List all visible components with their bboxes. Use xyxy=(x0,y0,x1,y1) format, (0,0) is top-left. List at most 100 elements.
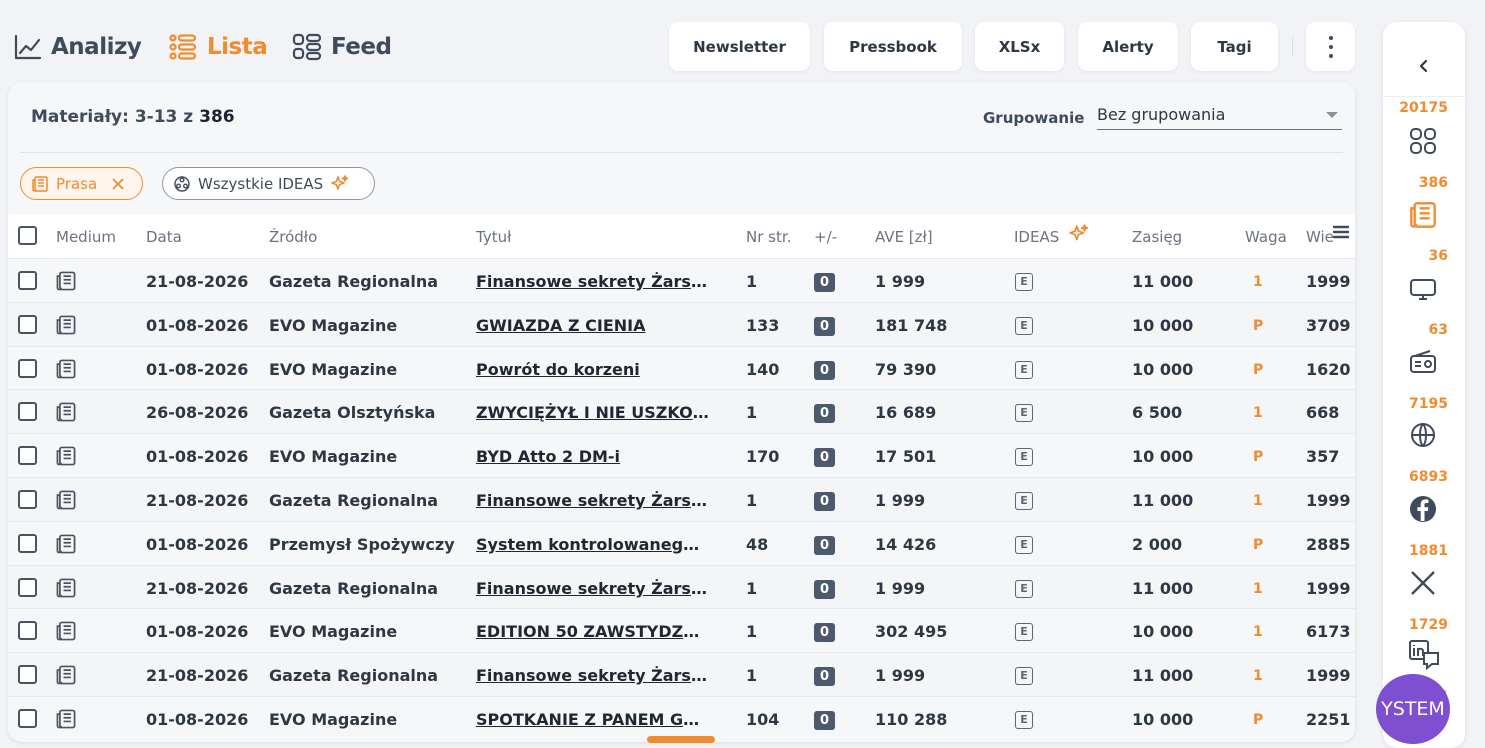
row-ideas-e-icon[interactable]: E xyxy=(1015,711,1033,729)
row-page: 1 xyxy=(746,491,758,510)
chart-line-icon xyxy=(14,34,42,60)
select-all-checkbox[interactable] xyxy=(18,226,37,245)
table-row[interactable]: 21-08-2026 Gazeta Regionalna Finansowe sek… xyxy=(8,564,1355,609)
row-checkbox[interactable] xyxy=(18,314,37,334)
all-media-icon[interactable] xyxy=(1408,126,1438,156)
tagi-button[interactable]: Tagi xyxy=(1191,22,1278,71)
table-row[interactable]: 01-08-2026 Przemysł Spożywczy System kontr… xyxy=(8,520,1355,565)
chat-assistant-button[interactable]: YSTEM xyxy=(1376,674,1450,744)
press-icon[interactable] xyxy=(1408,200,1438,230)
row-source: EVO Magazine xyxy=(269,359,398,379)
col-ideas[interactable]: IDEAS xyxy=(1014,228,1059,246)
row-date: 01-08-2026 xyxy=(146,710,249,729)
media-count: 386 xyxy=(1418,175,1448,191)
col-nr-str[interactable]: Nr str. xyxy=(746,228,791,246)
table-row[interactable]: 21-08-2026 Gazeta Regionalna Finansowe sek… xyxy=(8,258,1355,302)
col-plusminus[interactable]: +/- xyxy=(814,228,837,246)
row-title-link[interactable]: Finansowe sekrety Żarskiej Orkiestry xyxy=(476,666,710,685)
table-row[interactable]: 01-08-2026 EVO Magazine SPOTKANIE Z PANEM … xyxy=(8,696,1355,740)
col-waga[interactable]: Waga xyxy=(1245,228,1287,246)
row-checkbox[interactable] xyxy=(18,358,37,378)
row-title-link[interactable]: GWIAZDA Z CIENIA xyxy=(476,316,710,335)
tab-analizy[interactable]: Analizy xyxy=(14,30,142,64)
row-reach: 10 000 xyxy=(1132,315,1194,335)
row-plusminus-badge: 0 xyxy=(814,579,835,599)
more-options-button[interactable] xyxy=(1306,22,1355,71)
row-checkbox[interactable] xyxy=(18,446,37,466)
col-tytul[interactable]: Tytuł xyxy=(476,228,511,246)
row-checkbox[interactable] xyxy=(18,665,37,685)
row-checkbox[interactable] xyxy=(18,271,37,290)
row-plusminus-badge: 0 xyxy=(814,667,835,687)
row-title-link[interactable]: Powrót do korzeni xyxy=(476,360,710,379)
filter-chip-ideas[interactable]: Wszystkie IDEAS xyxy=(162,167,375,200)
row-ideas-e-icon[interactable]: E xyxy=(1015,316,1033,335)
tab-feed[interactable]: Feed xyxy=(292,30,392,64)
close-icon[interactable] xyxy=(112,177,124,190)
row-ideas-e-icon[interactable]: E xyxy=(1015,360,1033,379)
row-ideas-e-icon[interactable]: E xyxy=(1015,535,1033,554)
tv-icon[interactable] xyxy=(1408,274,1438,304)
col-medium[interactable]: Medium xyxy=(56,228,116,246)
xlsx-button[interactable]: XLSx xyxy=(975,22,1064,71)
row-title-link[interactable]: System kontrolowanego chłodzenia xyxy=(476,535,710,554)
row-page: 1 xyxy=(746,578,758,598)
table-row[interactable]: 01-08-2026 EVO Magazine BYD Atto 2 DM-i 170… xyxy=(8,433,1355,478)
row-title-link[interactable]: ZWYCIĘŻYŁ I NIE USZKODZIŁ AUTA xyxy=(476,403,710,422)
toolbar-divider xyxy=(1292,37,1293,57)
web-icon[interactable] xyxy=(1408,420,1438,450)
row-ideas-e-icon[interactable]: E xyxy=(1015,404,1033,423)
radio-icon[interactable] xyxy=(1408,347,1438,377)
horizontal-scrollbar[interactable] xyxy=(647,736,715,743)
col-zrodlo[interactable]: Źródło xyxy=(269,228,317,246)
tab-lista[interactable]: Lista xyxy=(168,30,268,64)
row-page: 48 xyxy=(746,534,769,554)
row-plusminus-badge: 0 xyxy=(814,623,835,643)
row-extra: 1620 xyxy=(1306,359,1351,379)
col-zasieg[interactable]: Zasięg xyxy=(1132,228,1182,246)
row-ideas-e-icon[interactable]: E xyxy=(1015,492,1033,510)
row-checkbox[interactable] xyxy=(18,402,37,422)
row-title-link[interactable]: Finansowe sekrety Żarskiej Orkiestry xyxy=(476,579,710,598)
table-row[interactable]: 01-08-2026 EVO Magazine EDITION 50 ZAWSTYD… xyxy=(8,608,1355,653)
row-title-link[interactable]: BYD Atto 2 DM-i xyxy=(476,447,710,466)
row-ideas-e-icon[interactable]: E xyxy=(1015,579,1033,598)
col-ave[interactable]: AVE [zł] xyxy=(875,228,933,246)
row-source: EVO Magazine xyxy=(269,315,398,335)
newspaper-icon xyxy=(55,489,77,515)
column-menu-icon[interactable] xyxy=(1332,224,1350,240)
table-row[interactable]: 01-08-2026 EVO Magazine Powrót do korzeni 1… xyxy=(8,345,1355,390)
row-checkbox[interactable] xyxy=(18,577,37,597)
filter-chip-prasa[interactable]: Prasa xyxy=(20,167,143,200)
row-title-link[interactable]: SPOTKANIE Z PANEM GRZEGORZEM xyxy=(476,710,710,729)
row-title-link[interactable]: EDITION 50 ZAWSTYDZA KONKURENCJĘ xyxy=(476,622,710,641)
row-ideas-e-icon[interactable]: E xyxy=(1015,448,1033,467)
linkedin-icon[interactable] xyxy=(1408,639,1439,671)
newsletter-button[interactable]: Newsletter xyxy=(669,22,810,71)
row-source: Przemysł Spożywczy xyxy=(269,534,455,554)
table-row[interactable]: 21-08-2026 Gazeta Regionalna Finansowe sek… xyxy=(8,477,1355,521)
row-checkbox[interactable] xyxy=(18,490,37,509)
table-row[interactable]: 26-08-2026 Gazeta Olsztyńska ZWYCIĘŻYŁ I N… xyxy=(8,389,1355,434)
facebook-icon[interactable] xyxy=(1408,494,1438,524)
x-icon[interactable] xyxy=(1408,568,1438,598)
row-source: EVO Magazine xyxy=(269,622,398,642)
row-date: 21-08-2026 xyxy=(146,491,249,510)
table-row[interactable]: 01-08-2026 EVO Magazine GWIAZDA Z CIENIA 13… xyxy=(8,301,1355,346)
row-title-link[interactable]: Finansowe sekrety Żarskiej Orkiestry xyxy=(476,491,710,510)
alerty-button[interactable]: Alerty xyxy=(1078,22,1178,71)
pressbook-button[interactable]: Pressbook xyxy=(824,22,962,71)
table-row[interactable]: 21-08-2026 Gazeta Regionalna Finansowe sek… xyxy=(8,652,1355,697)
row-reach: 10 000 xyxy=(1132,359,1194,379)
row-checkbox[interactable] xyxy=(18,533,37,553)
collapse-sidebar-button[interactable] xyxy=(1383,46,1465,86)
col-data[interactable]: Data xyxy=(146,228,182,246)
row-checkbox[interactable] xyxy=(18,621,37,641)
row-title-link[interactable]: Finansowe sekrety Żarskiej Orkiestry xyxy=(476,272,710,291)
row-ave: 1 999 xyxy=(875,491,926,510)
row-ideas-e-icon[interactable]: E xyxy=(1015,667,1033,686)
row-ideas-e-icon[interactable]: E xyxy=(1015,273,1033,291)
grouping-select[interactable]: Bez grupowania xyxy=(1097,100,1342,130)
row-checkbox[interactable] xyxy=(18,709,37,728)
row-ideas-e-icon[interactable]: E xyxy=(1015,623,1033,642)
